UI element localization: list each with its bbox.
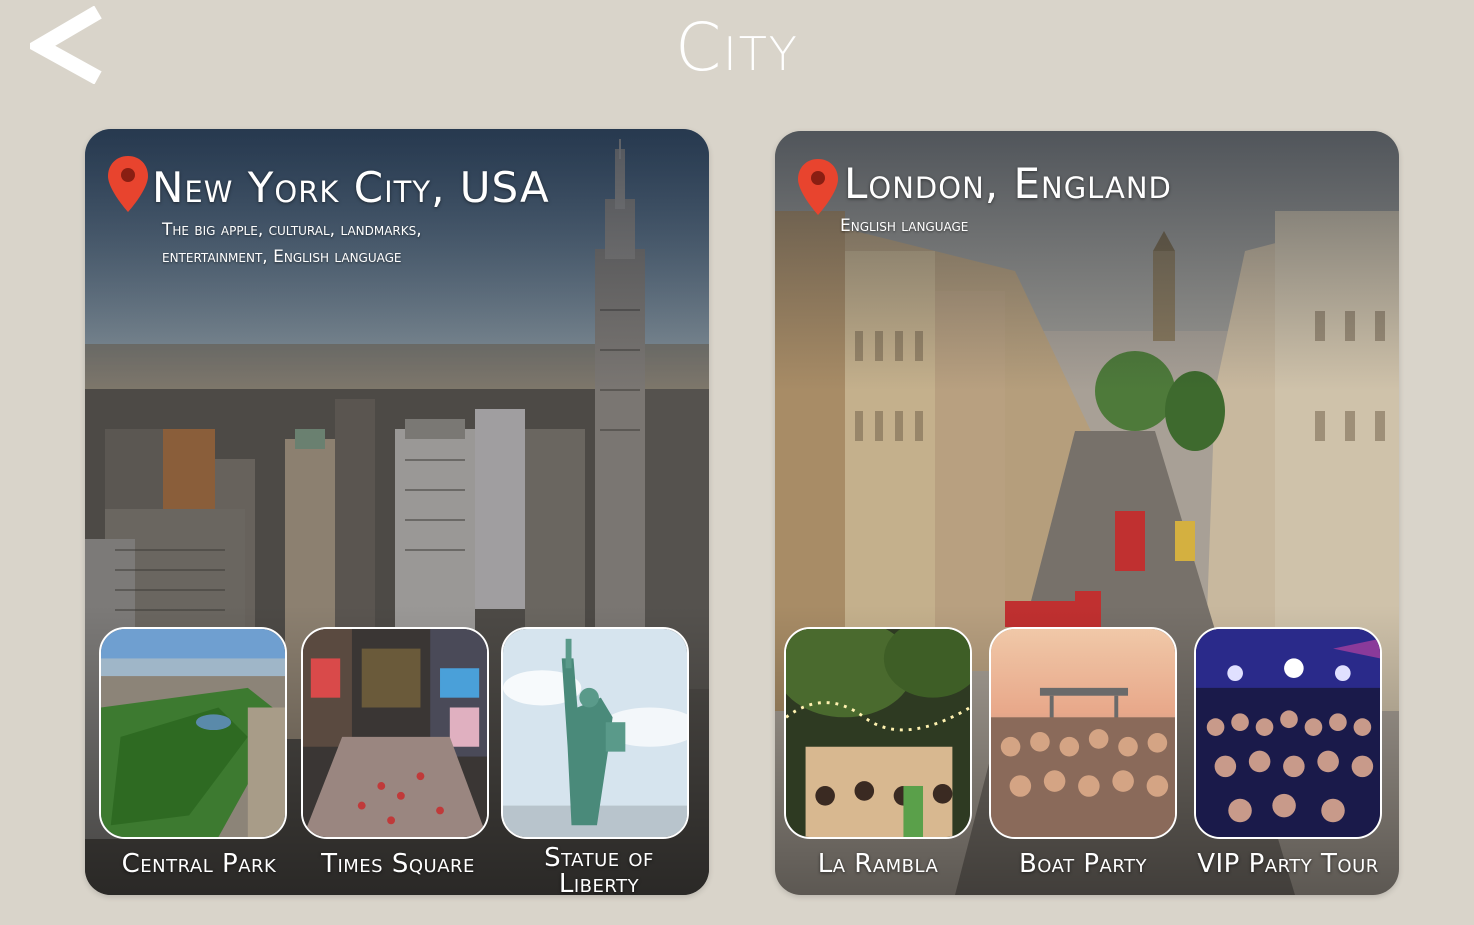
boat-party-image [991, 629, 1175, 837]
city-card-london[interactable]: London, England English language La Ramb… [775, 131, 1399, 895]
description-line: The big apple, cultural, landmarks, [162, 220, 422, 240]
description-line: English language [840, 216, 969, 236]
page-title: City [675, 9, 799, 86]
attraction-boat-party[interactable] [989, 627, 1177, 839]
attraction-vip-party-tour[interactable] [1194, 627, 1382, 839]
attraction-statue-of-liberty[interactable] [501, 627, 689, 839]
attraction-label[interactable]: Central Park [99, 851, 299, 877]
la-rambla-image [786, 629, 970, 837]
vip-party-tour-image [1196, 629, 1380, 837]
attraction-label[interactable]: Statue of Liberty [501, 845, 697, 895]
attraction-label[interactable]: La Rambla [784, 851, 972, 877]
city-name: London, England [844, 159, 1172, 208]
attraction-label[interactable]: Times Square [303, 851, 493, 877]
statue-of-liberty-image [503, 629, 687, 837]
attraction-label-line: Statue of [544, 843, 654, 873]
attraction-label-line: Liberty [558, 869, 640, 895]
attraction-times-square[interactable] [301, 627, 489, 839]
description-line: entertainment, English language [162, 247, 402, 267]
central-park-image [101, 629, 285, 837]
attraction-label[interactable]: Boat Party [989, 851, 1177, 877]
city-description: The big apple, cultural, landmarks, ente… [162, 217, 422, 271]
city-description: English language [840, 213, 968, 240]
location-pin-icon [108, 156, 148, 212]
city-card-new-york[interactable]: New York City, USA The big apple, cultur… [85, 129, 709, 895]
attraction-la-rambla[interactable] [784, 627, 972, 839]
attraction-label[interactable]: VIP Party Tour [1179, 851, 1397, 877]
times-square-image [303, 629, 487, 837]
city-name: New York City, USA [152, 163, 550, 212]
attraction-central-park[interactable] [99, 627, 287, 839]
location-pin-icon [798, 159, 838, 215]
